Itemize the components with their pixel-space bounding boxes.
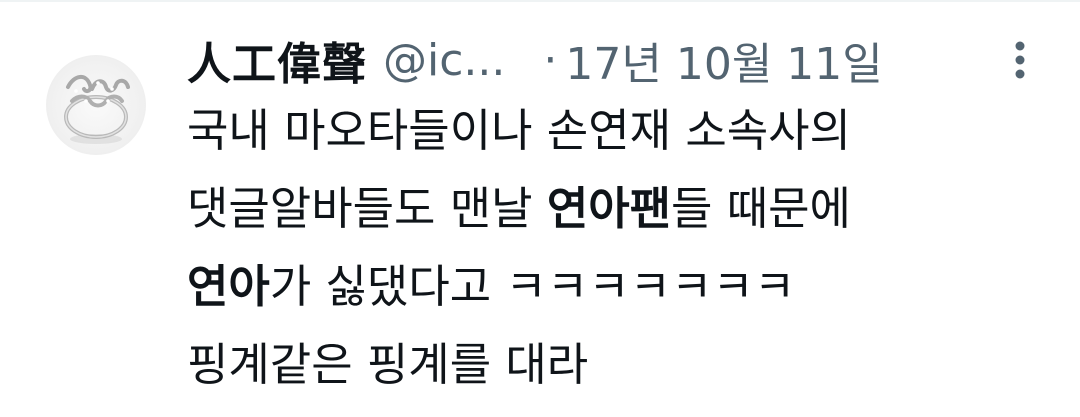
display-name[interactable]: 人工偉聲	[187, 28, 367, 92]
bold-text-segment: 연아팬	[546, 182, 672, 235]
avatar[interactable]	[46, 55, 146, 155]
tweet-text-line: 댓글알바들도 맨날 연아팬들 때문에	[187, 170, 1047, 248]
text-segment: 댓글알바들도 맨날	[187, 182, 547, 235]
tweet-text: 국내 마오타들이나 손연재 소속사의 댓글알바들도 맨날 연아팬들 때문에 연아…	[187, 92, 1047, 404]
more-options-button[interactable]	[1000, 34, 1040, 86]
tweet-text-line: 국내 마오타들이나 손연재 소속사의	[187, 92, 1047, 170]
tweet-header: 人工偉聲 @ic... · 17년 10월 11일	[187, 26, 883, 94]
bold-text-segment: 연아	[187, 260, 270, 313]
tweet-text-line: 핑계같은 핑계를 대라	[187, 326, 1047, 404]
vertical-ellipsis-icon	[1015, 41, 1025, 79]
ring-avatar-icon	[64, 75, 130, 144]
user-handle[interactable]: @ic...	[383, 35, 505, 86]
text-segment: 가 싫댔다고 ㅋㅋㅋㅋㅋㅋㅋ	[269, 260, 796, 313]
text-segment: 국내 마오타들이나 손연재 소속사의	[187, 104, 851, 157]
separator-dot: ·	[543, 34, 558, 86]
text-segment: 핑계같은 핑계를 대라	[187, 338, 589, 391]
tweet-text-line: 연아가 싫댔다고 ㅋㅋㅋㅋㅋㅋㅋ	[187, 248, 1047, 326]
timestamp[interactable]: 17년 10월 11일	[565, 28, 882, 92]
tweet-card[interactable]: 人工偉聲 @ic... · 17년 10월 11일 국내 마오타들이나 손연재 …	[0, 0, 1080, 417]
text-segment: 들 때문에	[671, 182, 851, 235]
